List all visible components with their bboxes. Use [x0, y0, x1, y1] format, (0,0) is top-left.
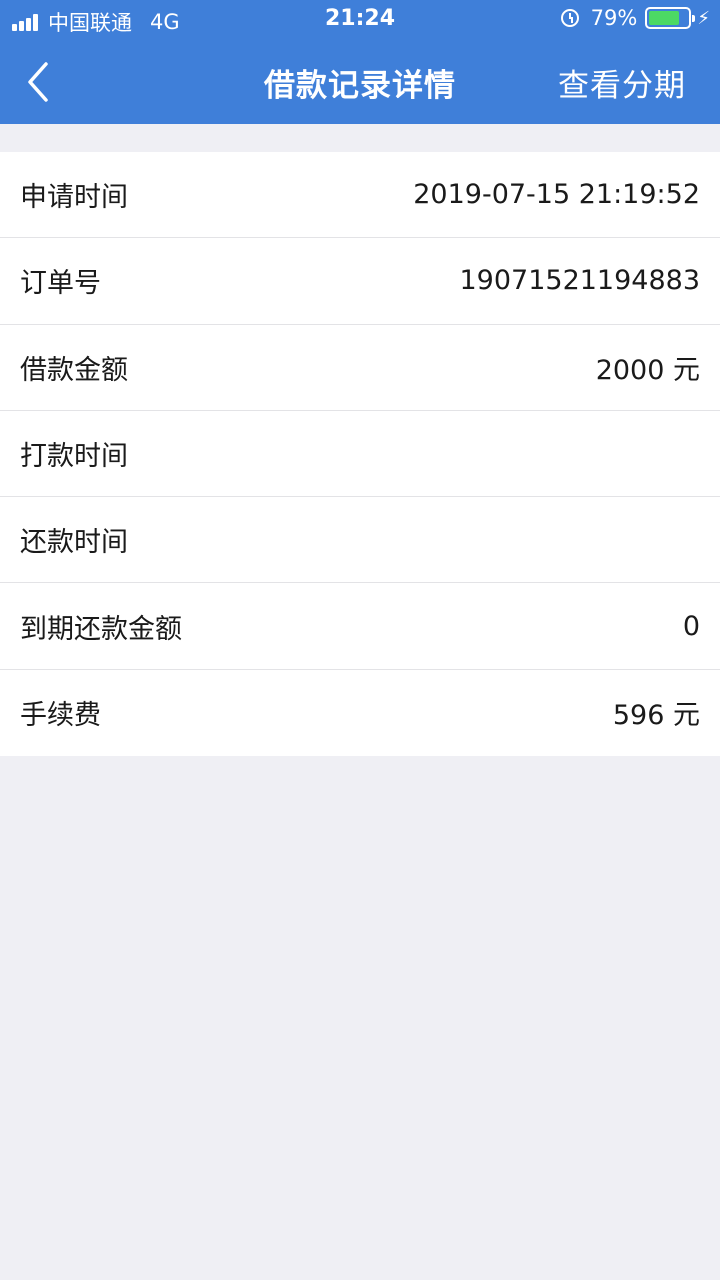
detail-row-order-number: 订单号 19071521194883 — [0, 238, 720, 325]
status-bar: 中国联通 4G 21:24 79% ⚡ — [0, 0, 720, 40]
row-label: 手续费 — [20, 700, 101, 732]
charging-bolt-icon: ⚡ — [697, 7, 710, 29]
status-right: 79% ⚡ — [560, 6, 710, 30]
detail-row-due-amount: 到期还款金额 0 — [0, 583, 720, 670]
nav-bar: 借款记录详情 查看分期 — [0, 40, 720, 124]
row-label: 借款金额 — [20, 354, 128, 386]
row-label: 申请时间 — [20, 182, 128, 214]
row-value: 596 元 — [612, 700, 700, 732]
row-label: 还款时间 — [20, 527, 128, 559]
row-value: 2019-07-15 21:19:52 — [413, 179, 700, 211]
view-installments-button[interactable]: 查看分期 — [558, 60, 686, 105]
detail-row-fee: 手续费 596 元 — [0, 670, 720, 756]
detail-row-loan-amount: 借款金额 2000 元 — [0, 325, 720, 411]
battery-percent: 79% — [590, 6, 638, 30]
detail-row-apply-time: 申请时间 2019-07-15 21:19:52 — [0, 152, 720, 239]
row-label: 订单号 — [20, 268, 101, 300]
battery-fill — [649, 11, 680, 25]
row-label: 到期还款金额 — [20, 613, 182, 645]
row-value: 2000 元 — [595, 354, 700, 386]
alarm-icon — [560, 9, 579, 27]
row-label: 打款时间 — [20, 441, 128, 473]
battery-icon — [645, 7, 696, 29]
detail-row-repay-time: 还款时间 — [0, 497, 720, 584]
row-value: 19071521194883 — [459, 265, 701, 297]
row-value: 0 — [682, 610, 700, 642]
loan-detail-list: 申请时间 2019-07-15 21:19:52 订单号 19071521194… — [0, 152, 720, 757]
detail-row-payout-time: 打款时间 — [0, 411, 720, 498]
app-header: 中国联通 4G 21:24 79% ⚡ 借款记录详情 查看分期 — [0, 0, 720, 124]
